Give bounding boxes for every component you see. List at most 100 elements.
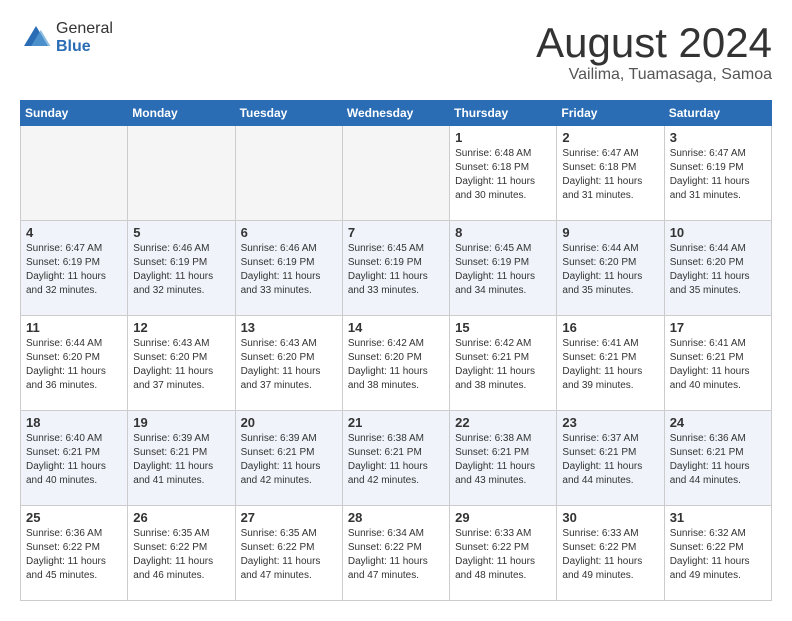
calendar-week-row: 25 Sunrise: 6:36 AM Sunset: 6:22 PM Dayli…	[21, 506, 772, 601]
calendar-week-row: 18 Sunrise: 6:40 AM Sunset: 6:21 PM Dayli…	[21, 411, 772, 506]
calendar-day-cell: 27 Sunrise: 6:35 AM Sunset: 6:22 PM Dayli…	[235, 506, 342, 601]
day-info-text: Sunrise: 6:36 AM Sunset: 6:22 PM Dayligh…	[26, 527, 122, 583]
calendar-day-cell: 30 Sunrise: 6:33 AM Sunset: 6:22 PM Dayli…	[557, 506, 664, 601]
day-info-text: Sunrise: 6:41 AM Sunset: 6:21 PM Dayligh…	[562, 337, 658, 393]
calendar-day-cell: 26 Sunrise: 6:35 AM Sunset: 6:22 PM Dayli…	[128, 506, 235, 601]
day-number: 2	[562, 130, 658, 145]
day-info-text: Sunrise: 6:43 AM Sunset: 6:20 PM Dayligh…	[241, 337, 337, 393]
calendar-day-cell: 23 Sunrise: 6:37 AM Sunset: 6:21 PM Dayli…	[557, 411, 664, 506]
day-number: 9	[562, 225, 658, 240]
day-info-text: Sunrise: 6:38 AM Sunset: 6:21 PM Dayligh…	[455, 432, 551, 488]
day-number: 1	[455, 130, 551, 145]
calendar-day-cell	[21, 126, 128, 221]
calendar-day-cell: 16 Sunrise: 6:41 AM Sunset: 6:21 PM Dayli…	[557, 316, 664, 411]
day-info-text: Sunrise: 6:34 AM Sunset: 6:22 PM Dayligh…	[348, 527, 444, 583]
logo-blue-text: Blue	[56, 38, 113, 56]
calendar-day-cell: 11Sunrise: 6:44 AM Sunset: 6:20 PM Dayli…	[21, 316, 128, 411]
day-number: 31	[670, 510, 766, 525]
day-number: 23	[562, 415, 658, 430]
page-header: General Blue August 2024 Vailima, Tuamas…	[20, 20, 772, 84]
day-number: 4	[26, 225, 122, 240]
day-info-text: Sunrise: 6:38 AM Sunset: 6:21 PM Dayligh…	[348, 432, 444, 488]
day-number: 28	[348, 510, 444, 525]
calendar-day-cell: 22 Sunrise: 6:38 AM Sunset: 6:21 PM Dayli…	[450, 411, 557, 506]
day-info-text: Sunrise: 6:32 AM Sunset: 6:22 PM Dayligh…	[670, 527, 766, 583]
calendar-day-cell: 18 Sunrise: 6:40 AM Sunset: 6:21 PM Dayli…	[21, 411, 128, 506]
calendar-day-cell: 20Sunrise: 6:39 AM Sunset: 6:21 PM Dayli…	[235, 411, 342, 506]
day-of-week-header: Thursday	[450, 101, 557, 126]
day-info-text: Sunrise: 6:46 AM Sunset: 6:19 PM Dayligh…	[133, 242, 229, 298]
calendar-day-cell: 17 Sunrise: 6:41 AM Sunset: 6:21 PM Dayli…	[664, 316, 771, 411]
logo-text: General Blue	[56, 20, 113, 55]
logo-icon	[20, 22, 52, 54]
calendar-day-cell	[342, 126, 449, 221]
calendar-day-cell	[128, 126, 235, 221]
day-number: 13	[241, 320, 337, 335]
day-number: 8	[455, 225, 551, 240]
day-info-text: Sunrise: 6:43 AM Sunset: 6:20 PM Dayligh…	[133, 337, 229, 393]
calendar-day-cell: 2Sunrise: 6:47 AM Sunset: 6:18 PM Daylig…	[557, 126, 664, 221]
calendar-day-cell	[235, 126, 342, 221]
day-of-week-header: Sunday	[21, 101, 128, 126]
day-number: 27	[241, 510, 337, 525]
day-info-text: Sunrise: 6:39 AM Sunset: 6:21 PM Dayligh…	[133, 432, 229, 488]
calendar-day-cell: 8 Sunrise: 6:45 AM Sunset: 6:19 PM Daylig…	[450, 221, 557, 316]
calendar-day-cell: 10 Sunrise: 6:44 AM Sunset: 6:20 PM Dayli…	[664, 221, 771, 316]
day-info-text: Sunrise: 6:45 AM Sunset: 6:19 PM Dayligh…	[348, 242, 444, 298]
day-info-text: Sunrise: 6:36 AM Sunset: 6:21 PM Dayligh…	[670, 432, 766, 488]
calendar-day-cell: 4 Sunrise: 6:47 AM Sunset: 6:19 PM Daylig…	[21, 221, 128, 316]
day-number: 11	[26, 320, 122, 335]
day-info-text: Sunrise: 6:44 AM Sunset: 6:20 PM Dayligh…	[562, 242, 658, 298]
calendar-day-cell: 1 Sunrise: 6:48 AM Sunset: 6:18 PM Daylig…	[450, 126, 557, 221]
calendar-week-row: 11Sunrise: 6:44 AM Sunset: 6:20 PM Dayli…	[21, 316, 772, 411]
calendar-week-row: 1 Sunrise: 6:48 AM Sunset: 6:18 PM Daylig…	[21, 126, 772, 221]
day-number: 25	[26, 510, 122, 525]
day-info-text: Sunrise: 6:47 AM Sunset: 6:19 PM Dayligh…	[670, 147, 766, 203]
calendar-day-cell: 31 Sunrise: 6:32 AM Sunset: 6:22 PM Dayli…	[664, 506, 771, 601]
day-number: 16	[562, 320, 658, 335]
logo-general-text: General	[56, 20, 113, 38]
day-number: 12	[133, 320, 229, 335]
day-number: 6	[241, 225, 337, 240]
day-info-text: Sunrise: 6:45 AM Sunset: 6:19 PM Dayligh…	[455, 242, 551, 298]
day-info-text: Sunrise: 6:40 AM Sunset: 6:21 PM Dayligh…	[26, 432, 122, 488]
day-number: 7	[348, 225, 444, 240]
day-number: 24	[670, 415, 766, 430]
day-number: 14	[348, 320, 444, 335]
calendar-day-cell: 15 Sunrise: 6:42 AM Sunset: 6:21 PM Dayli…	[450, 316, 557, 411]
calendar-day-cell: 19Sunrise: 6:39 AM Sunset: 6:21 PM Dayli…	[128, 411, 235, 506]
location-subtitle: Vailima, Tuamasaga, Samoa	[536, 66, 772, 84]
day-number: 15	[455, 320, 551, 335]
calendar-day-cell: 28 Sunrise: 6:34 AM Sunset: 6:22 PM Dayli…	[342, 506, 449, 601]
day-number: 10	[670, 225, 766, 240]
calendar-day-cell: 3Sunrise: 6:47 AM Sunset: 6:19 PM Daylig…	[664, 126, 771, 221]
day-info-text: Sunrise: 6:33 AM Sunset: 6:22 PM Dayligh…	[455, 527, 551, 583]
day-info-text: Sunrise: 6:42 AM Sunset: 6:20 PM Dayligh…	[348, 337, 444, 393]
day-of-week-header: Tuesday	[235, 101, 342, 126]
calendar-day-cell: 29Sunrise: 6:33 AM Sunset: 6:22 PM Dayli…	[450, 506, 557, 601]
calendar-day-cell: 6 Sunrise: 6:46 AM Sunset: 6:19 PM Daylig…	[235, 221, 342, 316]
day-number: 22	[455, 415, 551, 430]
calendar-day-cell: 14 Sunrise: 6:42 AM Sunset: 6:20 PM Dayli…	[342, 316, 449, 411]
day-number: 17	[670, 320, 766, 335]
day-number: 30	[562, 510, 658, 525]
day-info-text: Sunrise: 6:47 AM Sunset: 6:19 PM Dayligh…	[26, 242, 122, 298]
day-number: 26	[133, 510, 229, 525]
day-info-text: Sunrise: 6:46 AM Sunset: 6:19 PM Dayligh…	[241, 242, 337, 298]
day-info-text: Sunrise: 6:35 AM Sunset: 6:22 PM Dayligh…	[133, 527, 229, 583]
calendar-day-cell: 13 Sunrise: 6:43 AM Sunset: 6:20 PM Dayli…	[235, 316, 342, 411]
day-info-text: Sunrise: 6:42 AM Sunset: 6:21 PM Dayligh…	[455, 337, 551, 393]
calendar-day-cell: 24 Sunrise: 6:36 AM Sunset: 6:21 PM Dayli…	[664, 411, 771, 506]
day-info-text: Sunrise: 6:37 AM Sunset: 6:21 PM Dayligh…	[562, 432, 658, 488]
day-number: 18	[26, 415, 122, 430]
title-section: August 2024 Vailima, Tuamasaga, Samoa	[536, 20, 772, 84]
day-info-text: Sunrise: 6:48 AM Sunset: 6:18 PM Dayligh…	[455, 147, 551, 203]
calendar-week-row: 4 Sunrise: 6:47 AM Sunset: 6:19 PM Daylig…	[21, 221, 772, 316]
day-of-week-header: Monday	[128, 101, 235, 126]
calendar-day-cell: 21Sunrise: 6:38 AM Sunset: 6:21 PM Dayli…	[342, 411, 449, 506]
day-info-text: Sunrise: 6:44 AM Sunset: 6:20 PM Dayligh…	[670, 242, 766, 298]
day-info-text: Sunrise: 6:41 AM Sunset: 6:21 PM Dayligh…	[670, 337, 766, 393]
calendar-day-cell: 25 Sunrise: 6:36 AM Sunset: 6:22 PM Dayli…	[21, 506, 128, 601]
day-info-text: Sunrise: 6:35 AM Sunset: 6:22 PM Dayligh…	[241, 527, 337, 583]
day-info-text: Sunrise: 6:33 AM Sunset: 6:22 PM Dayligh…	[562, 527, 658, 583]
